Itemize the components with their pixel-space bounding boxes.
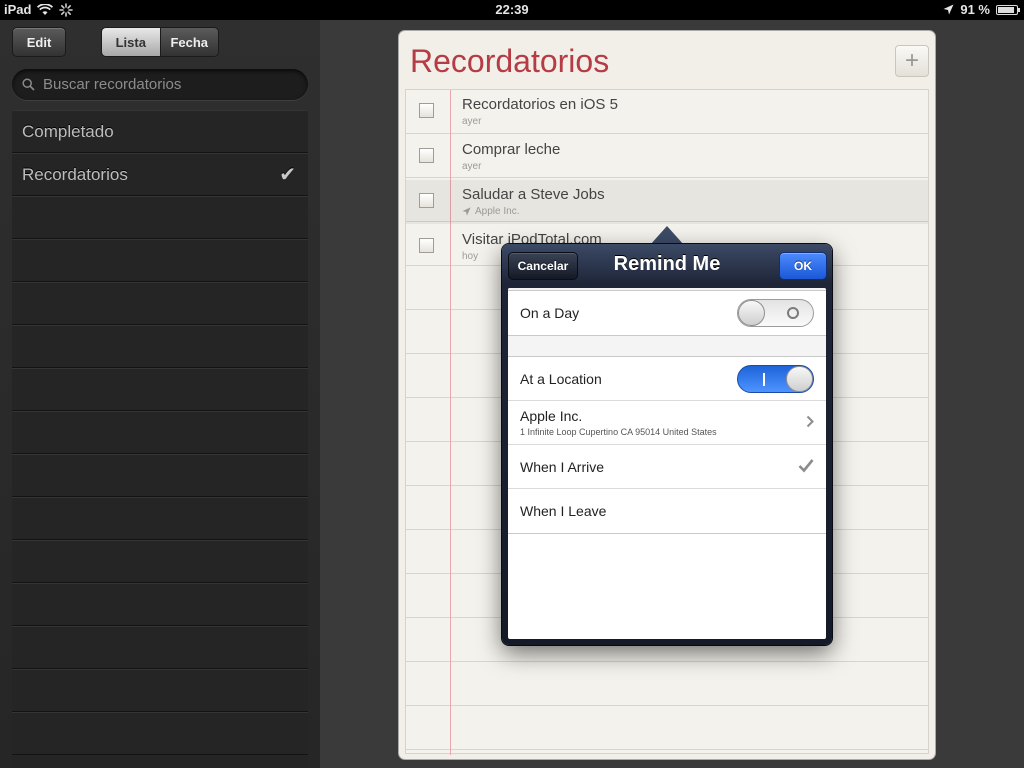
reminder-row[interactable]: Comprar leche ayer	[406, 135, 928, 179]
status-right: 91 %	[943, 2, 1020, 17]
when-i-leave-label: When I Leave	[520, 503, 607, 519]
reminder-title: Comprar leche	[462, 141, 561, 158]
sidebar: Edit Lista Fecha Completado Recordatorio…	[0, 20, 320, 768]
on-a-day-label: On a Day	[520, 305, 580, 321]
empty-row	[12, 454, 308, 497]
popover-header: Remind Me Cancelar OK	[502, 244, 832, 288]
battery-icon	[996, 4, 1020, 15]
list-item-label: Recordatorios	[22, 164, 128, 184]
location-arrow-icon	[462, 207, 471, 216]
switch-on-glyph	[763, 372, 765, 386]
empty-row	[12, 368, 308, 411]
status-time: 22:39	[495, 2, 529, 17]
cancel-button[interactable]: Cancelar	[508, 252, 578, 280]
empty-row	[12, 712, 308, 755]
segment-fecha[interactable]: Fecha	[159, 28, 218, 56]
checkmark-icon: ✔	[279, 164, 296, 186]
empty-row	[12, 540, 308, 583]
empty-row	[12, 325, 308, 368]
location-address: 1 Infinite Loop Cupertino CA 95014 Unite…	[520, 427, 717, 437]
reminder-subtitle: ayer	[462, 161, 481, 172]
reminder-checkbox[interactable]	[419, 103, 434, 118]
popover-arrow	[650, 226, 684, 245]
when-i-arrive-cell[interactable]: When I Arrive	[508, 445, 826, 489]
ok-button[interactable]: OK	[779, 252, 827, 280]
empty-row	[12, 196, 308, 239]
reminder-checkbox[interactable]	[419, 238, 434, 253]
empty-row	[12, 626, 308, 669]
when-i-arrive-label: When I Arrive	[520, 458, 605, 475]
view-segmented-control: Lista Fecha	[101, 27, 219, 57]
remind-me-popover: Remind Me Cancelar OK On a Day At a Loca…	[502, 244, 832, 645]
checkmark-icon	[798, 458, 814, 475]
empty-row	[12, 583, 308, 626]
reminder-location: Apple Inc.	[475, 206, 520, 217]
list-item-recordatorios[interactable]: Recordatorios ✔	[12, 153, 308, 196]
reminder-row[interactable]: Recordatorios en iOS 5 ayer	[406, 90, 928, 134]
switch-knob	[786, 365, 813, 392]
at-a-location-cell: At a Location	[508, 357, 826, 401]
search-icon	[22, 78, 35, 91]
edit-button[interactable]: Edit	[12, 27, 66, 57]
search-field[interactable]	[12, 69, 308, 100]
reminder-title: Saludar a Steve Jobs	[462, 186, 605, 203]
when-i-leave-cell[interactable]: When I Leave	[508, 489, 826, 533]
empty-row	[12, 497, 308, 540]
list-item-completado[interactable]: Completado	[12, 110, 308, 153]
empty-row	[12, 669, 308, 712]
reminder-subtitle: Apple Inc.	[462, 206, 519, 217]
at-a-location-label: At a Location	[520, 370, 602, 387]
battery-fill	[998, 6, 1015, 13]
popover-body: On a Day At a Location Apple Inc. 1 Infi…	[508, 288, 826, 639]
status-bar: iPad 22:39 91 %	[0, 0, 1024, 20]
empty-row	[12, 282, 308, 325]
list-item-label: Completado	[22, 121, 114, 141]
page-title: Recordatorios	[410, 43, 610, 79]
location-name: Apple Inc.	[520, 408, 583, 424]
segment-lista[interactable]: Lista	[102, 28, 160, 56]
reminder-subtitle: hoy	[462, 251, 478, 262]
switch-knob	[738, 300, 765, 326]
on-a-day-switch[interactable]	[737, 299, 814, 327]
location-arrow-icon	[943, 4, 954, 15]
on-a-day-cell: On a Day	[508, 291, 826, 335]
reminder-date: ayer	[462, 116, 482, 127]
empty-row	[12, 411, 308, 454]
reminder-row-selected[interactable]: Saludar a Steve Jobs Apple Inc.	[406, 180, 928, 224]
reminder-checkbox[interactable]	[419, 148, 434, 163]
location-cell[interactable]: Apple Inc. 1 Infinite Loop Cupertino CA …	[508, 401, 826, 445]
group-gap	[508, 336, 826, 356]
reminder-title: Recordatorios en iOS 5	[462, 96, 618, 113]
search-input[interactable]	[43, 76, 293, 93]
reminder-subtitle: ayer	[462, 116, 481, 127]
at-a-location-switch[interactable]	[737, 364, 814, 393]
empty-row	[12, 239, 308, 282]
lists-panel: Completado Recordatorios ✔	[12, 110, 308, 768]
reminder-date: hoy	[462, 251, 479, 262]
switch-off-glyph	[787, 307, 799, 319]
add-reminder-button[interactable]: +	[895, 45, 929, 77]
reminder-checkbox[interactable]	[419, 193, 434, 208]
reminder-date: ayer	[462, 161, 482, 172]
at-a-location-group: At a Location Apple Inc. 1 Infinite Loop…	[508, 356, 826, 534]
battery-percent: 91 %	[960, 2, 990, 17]
chevron-right-icon	[806, 415, 814, 431]
on-a-day-group: On a Day	[508, 290, 826, 336]
